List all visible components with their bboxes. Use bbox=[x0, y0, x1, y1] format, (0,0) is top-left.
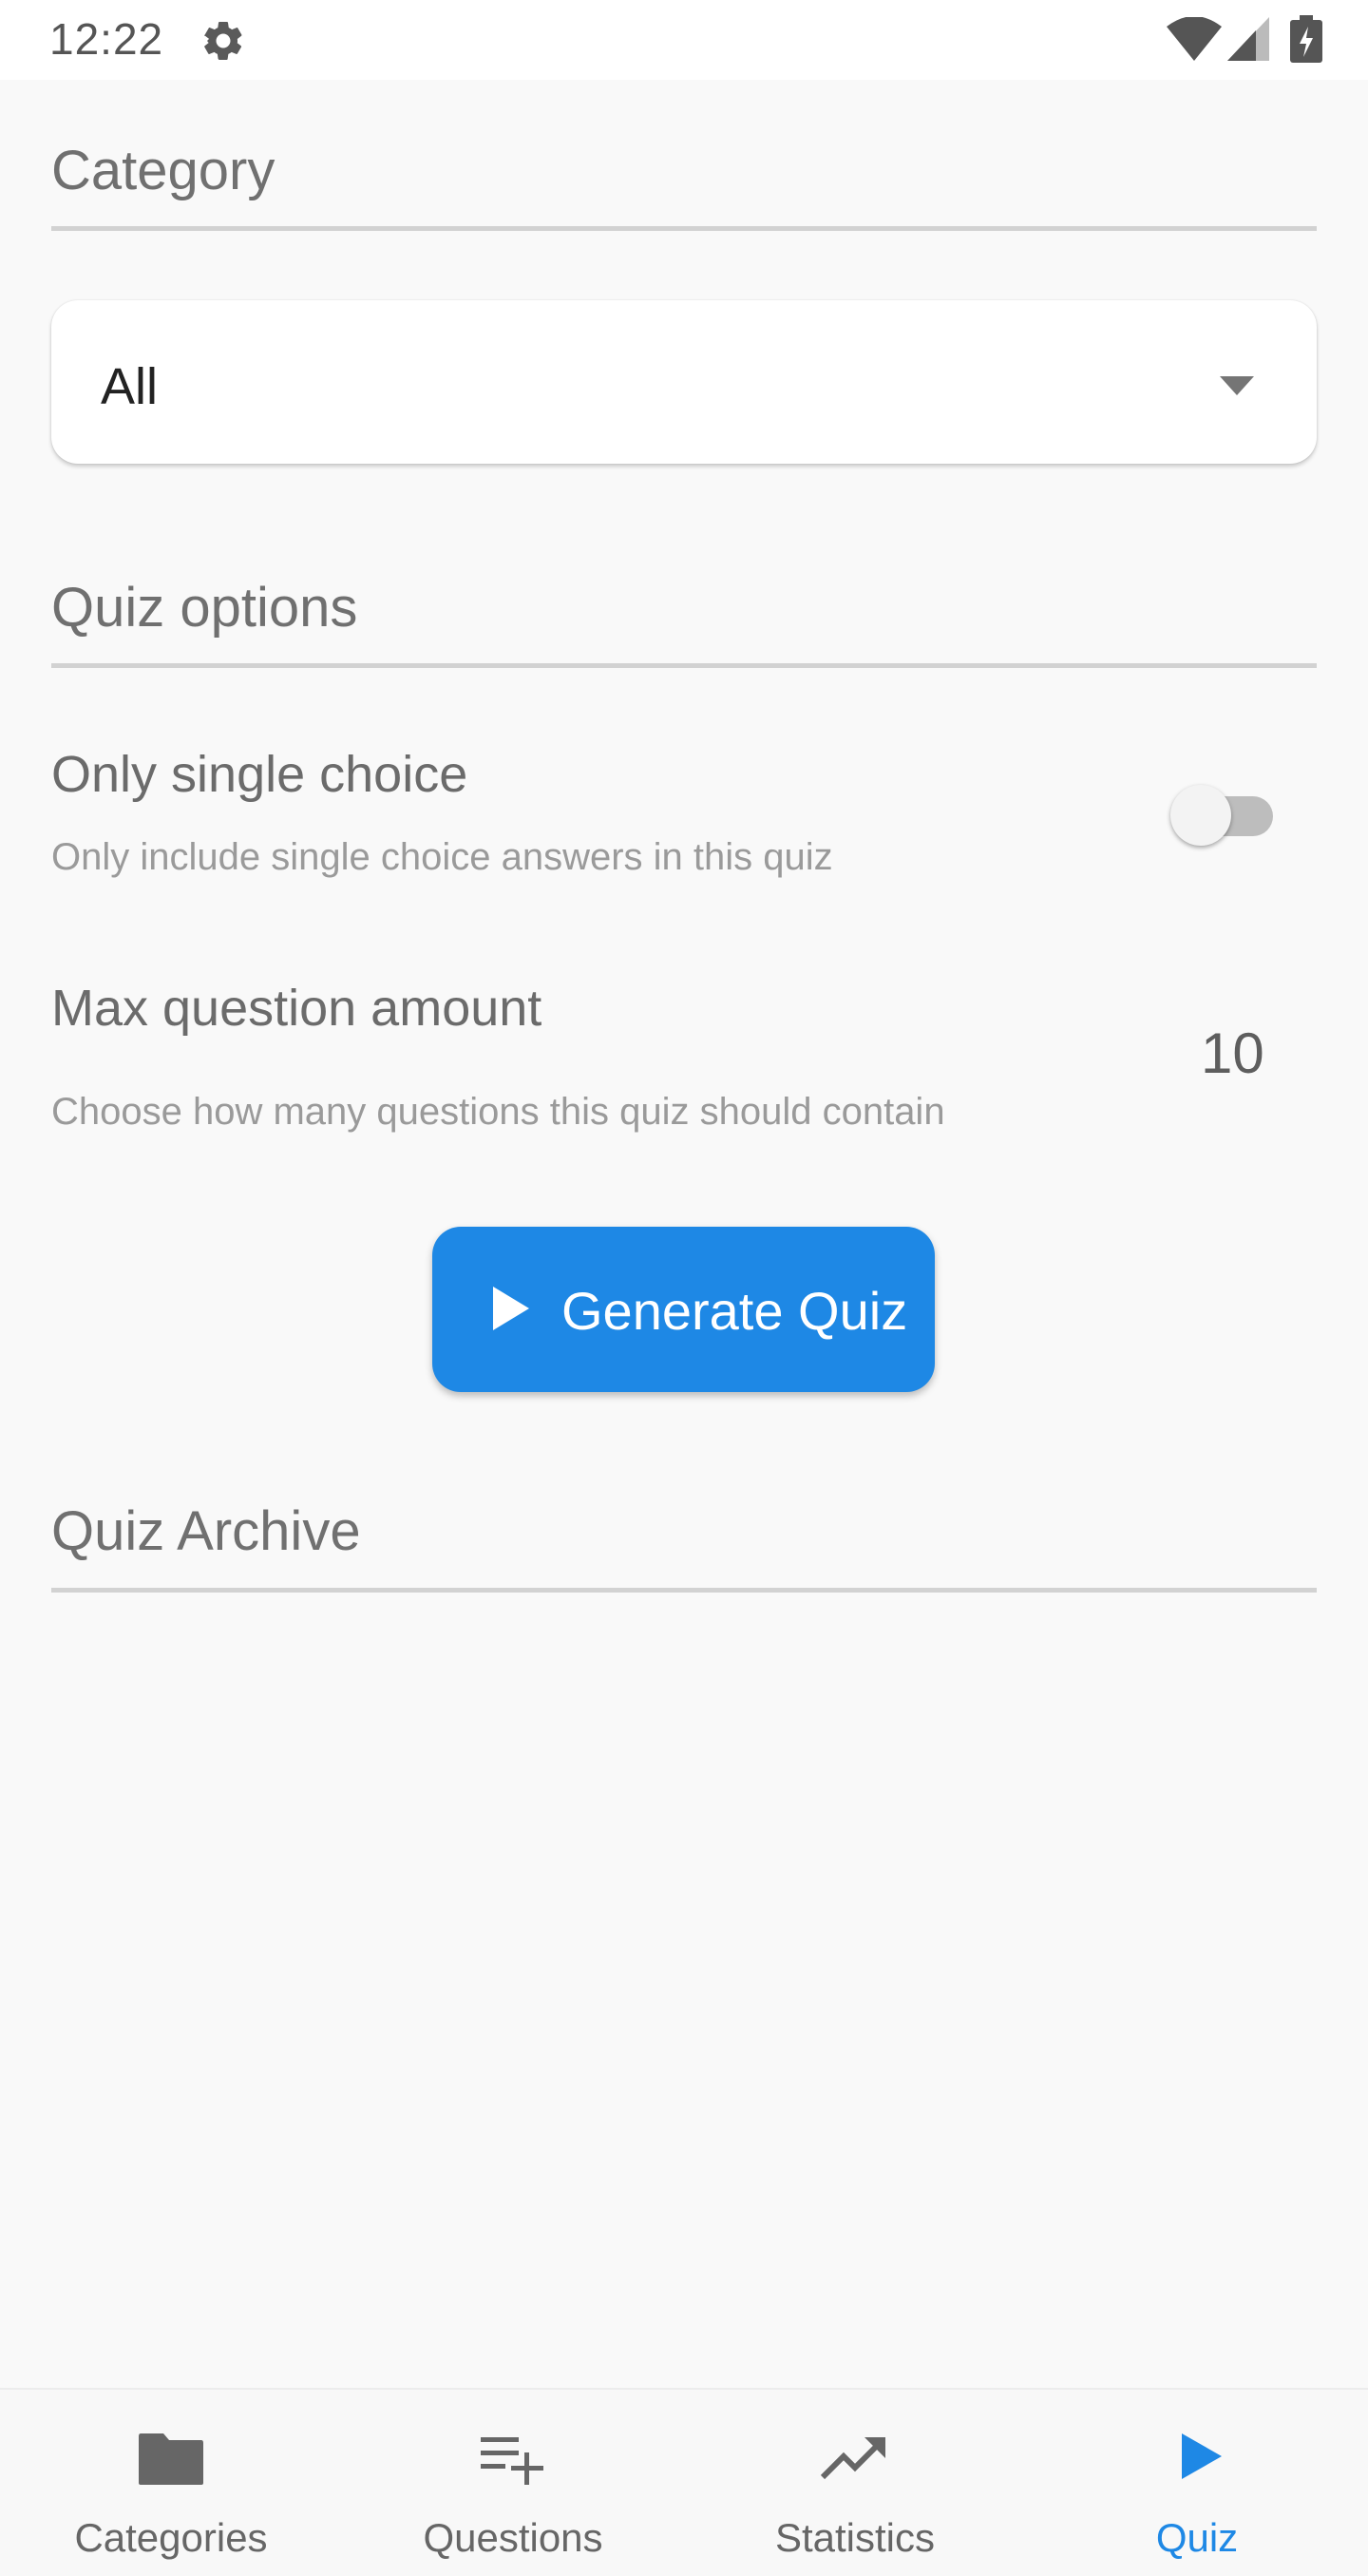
nav-item-quiz[interactable]: Quiz bbox=[1026, 2390, 1368, 2576]
single-choice-subtitle: Only include single choice answers in th… bbox=[51, 836, 833, 878]
nav-label-questions: Questions bbox=[423, 2515, 603, 2560]
nav-label-statistics: Statistics bbox=[774, 2515, 936, 2560]
bottom-navigation: Categories Questions Statistics Quiz bbox=[0, 2388, 1368, 2576]
nav-item-statistics[interactable]: Statistics bbox=[684, 2390, 1026, 2576]
gear-icon bbox=[203, 21, 242, 60]
max-question-amount-field[interactable]: 10 bbox=[1201, 1021, 1264, 1086]
category-dropdown[interactable]: All bbox=[51, 300, 1317, 464]
nav-item-categories[interactable]: Categories bbox=[0, 2390, 342, 2576]
signal-icon bbox=[1227, 17, 1269, 61]
single-choice-toggle[interactable] bbox=[1170, 777, 1284, 846]
folder-icon bbox=[139, 2433, 203, 2485]
battery-charging-icon bbox=[1290, 15, 1322, 63]
generate-quiz-label: Generate Quiz bbox=[561, 1281, 908, 1341]
wifi-icon bbox=[1167, 17, 1222, 61]
category-dropdown-value: All bbox=[101, 358, 159, 415]
dropdown-arrow-icon[interactable] bbox=[1216, 374, 1258, 397]
status-bar: 12:22 bbox=[0, 0, 1368, 80]
quiz-archive-divider bbox=[51, 1588, 1317, 1593]
generate-quiz-button[interactable]: Generate Quiz bbox=[432, 1227, 935, 1392]
category-divider bbox=[51, 226, 1317, 231]
nav-item-questions[interactable]: Questions bbox=[342, 2390, 684, 2576]
playlist-add-icon bbox=[481, 2437, 543, 2485]
status-time: 12:22 bbox=[49, 14, 164, 64]
nav-label-quiz: Quiz bbox=[1155, 2515, 1239, 2560]
nav-label-categories: Categories bbox=[74, 2515, 268, 2560]
play-icon bbox=[1182, 2433, 1222, 2479]
trending-up-icon bbox=[821, 2437, 885, 2480]
play-icon bbox=[493, 1287, 529, 1330]
max-question-title: Max question amount bbox=[51, 980, 542, 1037]
single-choice-title: Only single choice bbox=[51, 746, 468, 803]
category-heading: Category bbox=[51, 140, 276, 201]
quiz-options-divider bbox=[51, 663, 1317, 668]
quiz-options-heading: Quiz options bbox=[51, 577, 358, 639]
quiz-archive-heading: Quiz Archive bbox=[51, 1500, 361, 1562]
max-question-subtitle: Choose how many questions this quiz shou… bbox=[51, 1091, 945, 1133]
toggle-thumb bbox=[1170, 785, 1231, 846]
